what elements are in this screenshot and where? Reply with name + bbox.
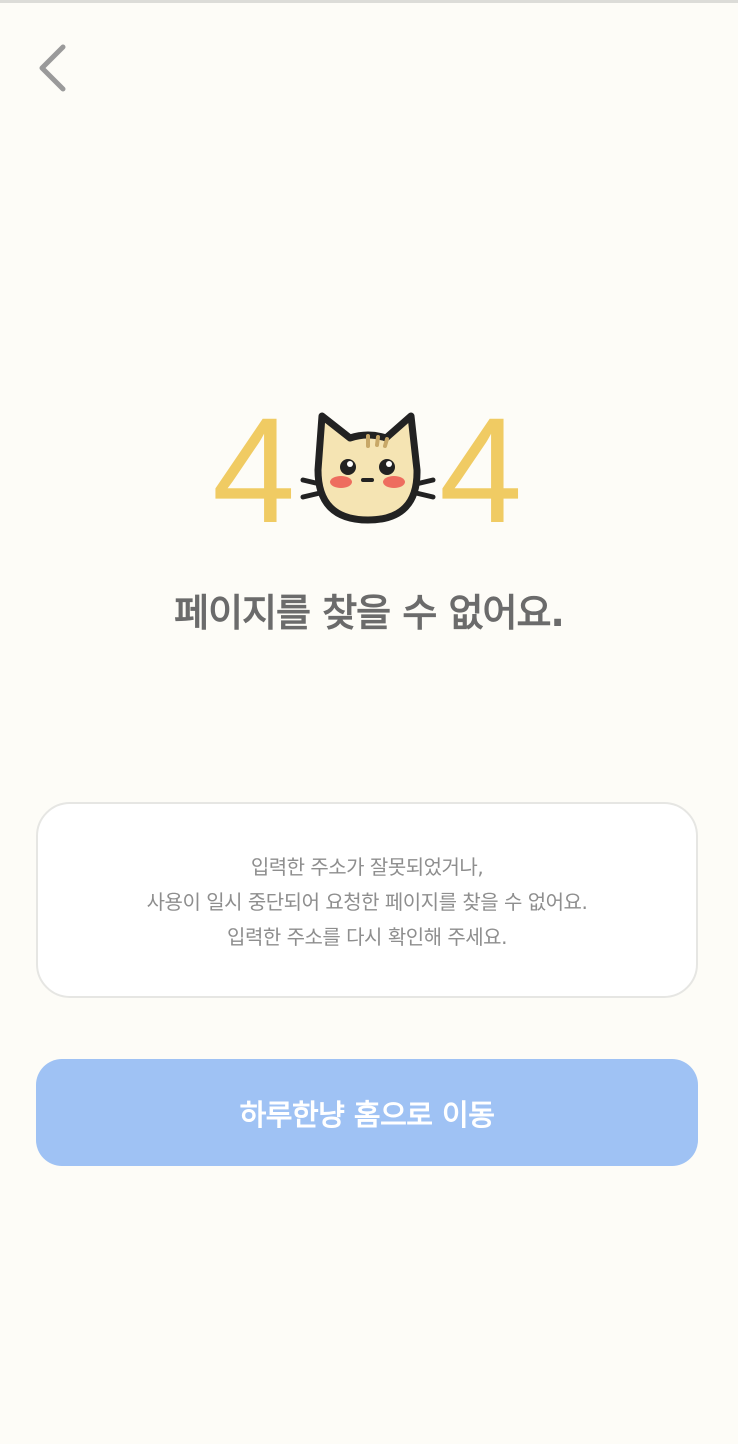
go-home-button[interactable]: 하루한냥 홈으로 이동 xyxy=(36,1059,698,1166)
cat-face-icon xyxy=(300,412,436,524)
error-message-line: 입력한 주소를 다시 확인해 주세요. xyxy=(227,925,507,949)
error-message: 입력한 주소가 잘못되었거나, 사용이 일시 중단되어 요청한 페이지를 찾을 … xyxy=(38,850,696,955)
error-404-graphic: 4 4 xyxy=(0,386,738,554)
top-divider xyxy=(0,0,738,3)
error-message-line: 사용이 일시 중단되어 요청한 페이지를 찾을 수 없어요. xyxy=(146,890,588,914)
page-title: 페이지를 찾을 수 없어요. xyxy=(174,591,565,635)
error-digit-right: 4 xyxy=(439,386,523,554)
chevron-left-icon xyxy=(39,44,66,92)
go-home-button-label: 하루한냥 홈으로 이동 xyxy=(239,1097,495,1132)
back-button[interactable] xyxy=(28,38,84,98)
error-message-card: 입력한 주소가 잘못되었거나, 사용이 일시 중단되어 요청한 페이지를 찾을 … xyxy=(36,802,698,998)
error-digit-left: 4 xyxy=(212,386,296,554)
error-message-line: 입력한 주소가 잘못되었거나, xyxy=(250,855,484,879)
